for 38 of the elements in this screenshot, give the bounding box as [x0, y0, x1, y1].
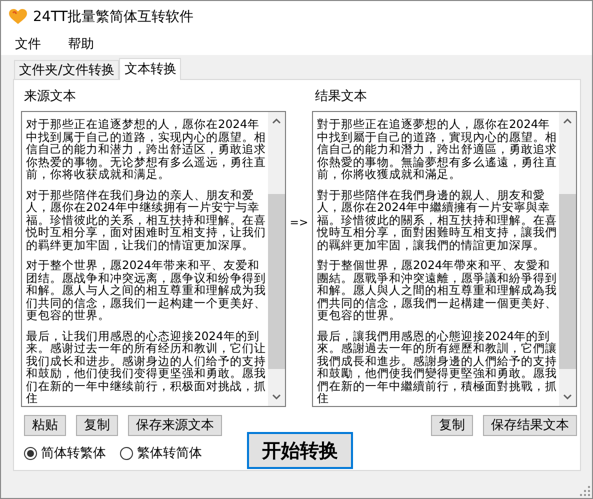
action-button[interactable]: 粘贴 — [24, 415, 66, 436]
tab[interactable]: 文本转换 — [119, 58, 182, 80]
arrow-text: => — [288, 216, 310, 229]
scroll-down-icon[interactable] — [272, 394, 282, 400]
paragraph: 最后，讓我們用感恩的心態迎接2024年的到來。感謝過去一年的所有經歷和教訓，它們讓我們成長和進步。感謝身邊的人們給予的支持和鼓勵，他們使我們變得更堅強和勇敢。愿我們在新的一年中繼續前行，積極面對挑戰，抓住 — [316, 330, 557, 404]
scroll-up-icon[interactable] — [563, 118, 572, 124]
paragraph: 对于整个世界，愿2024年带来和平、友爱和团结。愿战争和冲突远离，愿争议和纷争得到和解。愿人与人之间的相互尊重和理解成为我们共同的信念，愿我们一起构建一个更美好、更包容的世界。 — [26, 259, 266, 322]
action-button[interactable]: 保存结果文本 — [483, 415, 577, 436]
heart-logo-icon — [9, 9, 27, 25]
paragraph: 最后，让我们用感恩的心态迎接2024年的到来。感谢过去一年的所有经历和教训，它们让我们成长和进步。感谢身边的人们给予的支持和鼓励，他们使我们变得更坚强和勇敢。愿我们在新的一年中继续前行，积极面对挑战，抓住 — [26, 330, 266, 404]
scroll-up-icon[interactable] — [272, 118, 282, 124]
menu-item[interactable]: 文件 — [9, 35, 50, 53]
scroll-down-icon[interactable] — [563, 394, 572, 400]
paragraph: 对于那些正在追逐梦想的人，愿你在2024年中找到属于自己的道路，实现内心的愿望。相信自己的能力和潜力，跨出舒适区，勇敢追求你热爱的事物。无论梦想有多么遥远，勇往直前，你将收获成就和满足。 — [26, 118, 266, 180]
window-title: 24TT批量繁简体互转软件 — [33, 8, 194, 26]
action-button[interactable]: 保存来源文本 — [128, 415, 222, 436]
scrollbar[interactable] — [268, 112, 286, 406]
action-button[interactable]: 复制 — [431, 415, 473, 436]
pane-label: 来源文本 — [24, 88, 77, 106]
radio-label[interactable]: 繁体转简体 — [137, 444, 202, 462]
start-button[interactable]: 开始转换 — [247, 432, 353, 469]
menu-item[interactable]: 帮助 — [62, 35, 103, 53]
text-area[interactable] — [21, 111, 286, 407]
paragraph: 對于那些陪伴在我們身邊的親人、朋友和愛人，愿你在2024年中繼續擁有一片安寧與幸福。珍惜彼此的關系，相互扶持和理解。在喜悅時互相分享，面對困難時互相支持，讓我們的羈絆更加牢固，讓我們的情誼更加深厚。 — [316, 188, 557, 251]
resize-grip-icon[interactable] — [580, 486, 590, 496]
action-button[interactable]: 复制 — [76, 415, 118, 436]
radio-label[interactable]: 简体转繁体 — [41, 444, 106, 462]
text-area[interactable] — [312, 111, 577, 407]
paragraph: 对于那些陪伴在我们身边的亲人、朋友和爱人，愿你在2024年中继续拥有一片安宁与幸福。珍惜彼此的关系，相互扶持和理解。在喜悦时互相分享，面对困难时互相支持，让我们的羁绊更加牢固，让我们的情谊更加深厚。 — [26, 188, 266, 251]
scroll-thumb[interactable] — [559, 194, 576, 369]
scroll-thumb[interactable] — [268, 194, 286, 369]
scrollbar[interactable] — [559, 112, 576, 406]
radio-button[interactable] — [120, 446, 133, 460]
tab[interactable]: 文件夹/文件转换 — [14, 60, 120, 79]
pane-label: 结果文本 — [314, 88, 368, 106]
paragraph: 對于整個世界，愿2024年帶來和平、友愛和團結。愿戰爭和沖突遠離，愿爭議和紛爭得到和解。愿人與人之間的相互尊重和理解成為我們共同的信念，愿我們一起構建一個更美好、更包容的世界。 — [316, 259, 557, 322]
radio-button[interactable] — [24, 446, 37, 460]
paragraph: 對于那些正在追逐夢想的人，愿你在2024年中找到屬于自己的道路，實現內心的愿望。相信自己的能力和潛力，跨出舒適區，勇敢追求你熱愛的事物。無論夢想有多么遙遠，勇往直前，你將收獲成就和滿足。 — [316, 118, 557, 180]
